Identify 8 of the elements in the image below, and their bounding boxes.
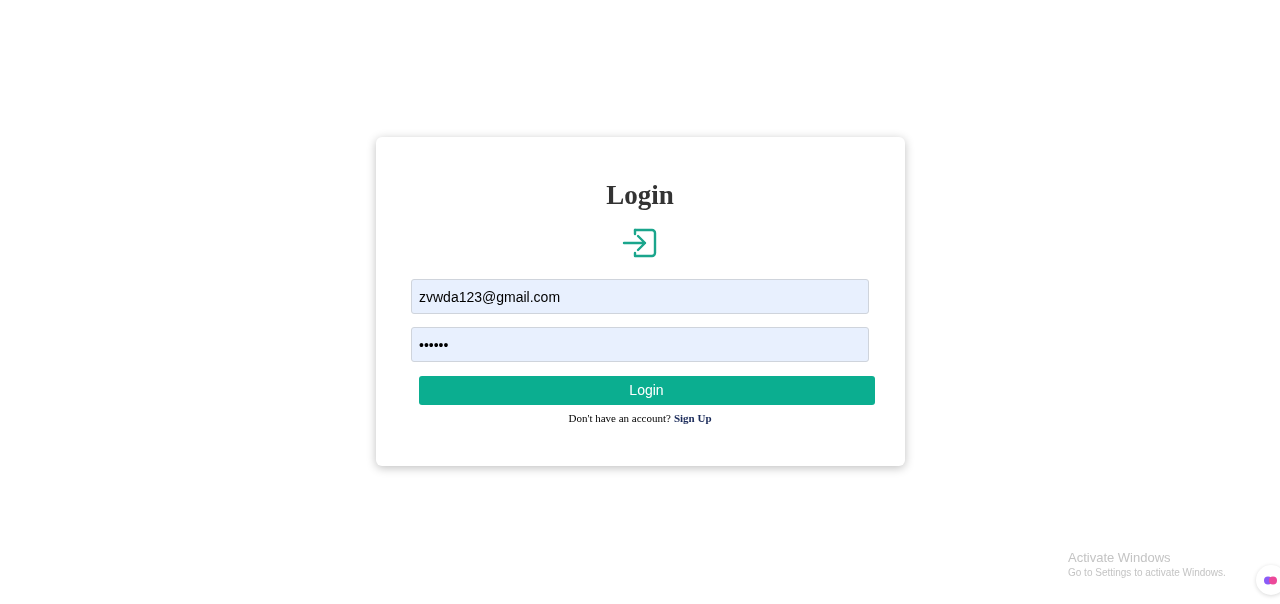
activation-title: Activate Windows	[1068, 550, 1172, 566]
login-icon	[622, 228, 658, 259]
password-field[interactable]: ••••••	[411, 327, 869, 362]
signup-link[interactable]: Sign Up	[673, 410, 712, 427]
email-field[interactable]: zvwda123@gmail.com	[411, 279, 869, 314]
assistant-button[interactable]	[1256, 565, 1280, 595]
signup-prompt: Don't have an account?	[568, 411, 671, 426]
login-title: Login	[606, 179, 674, 211]
